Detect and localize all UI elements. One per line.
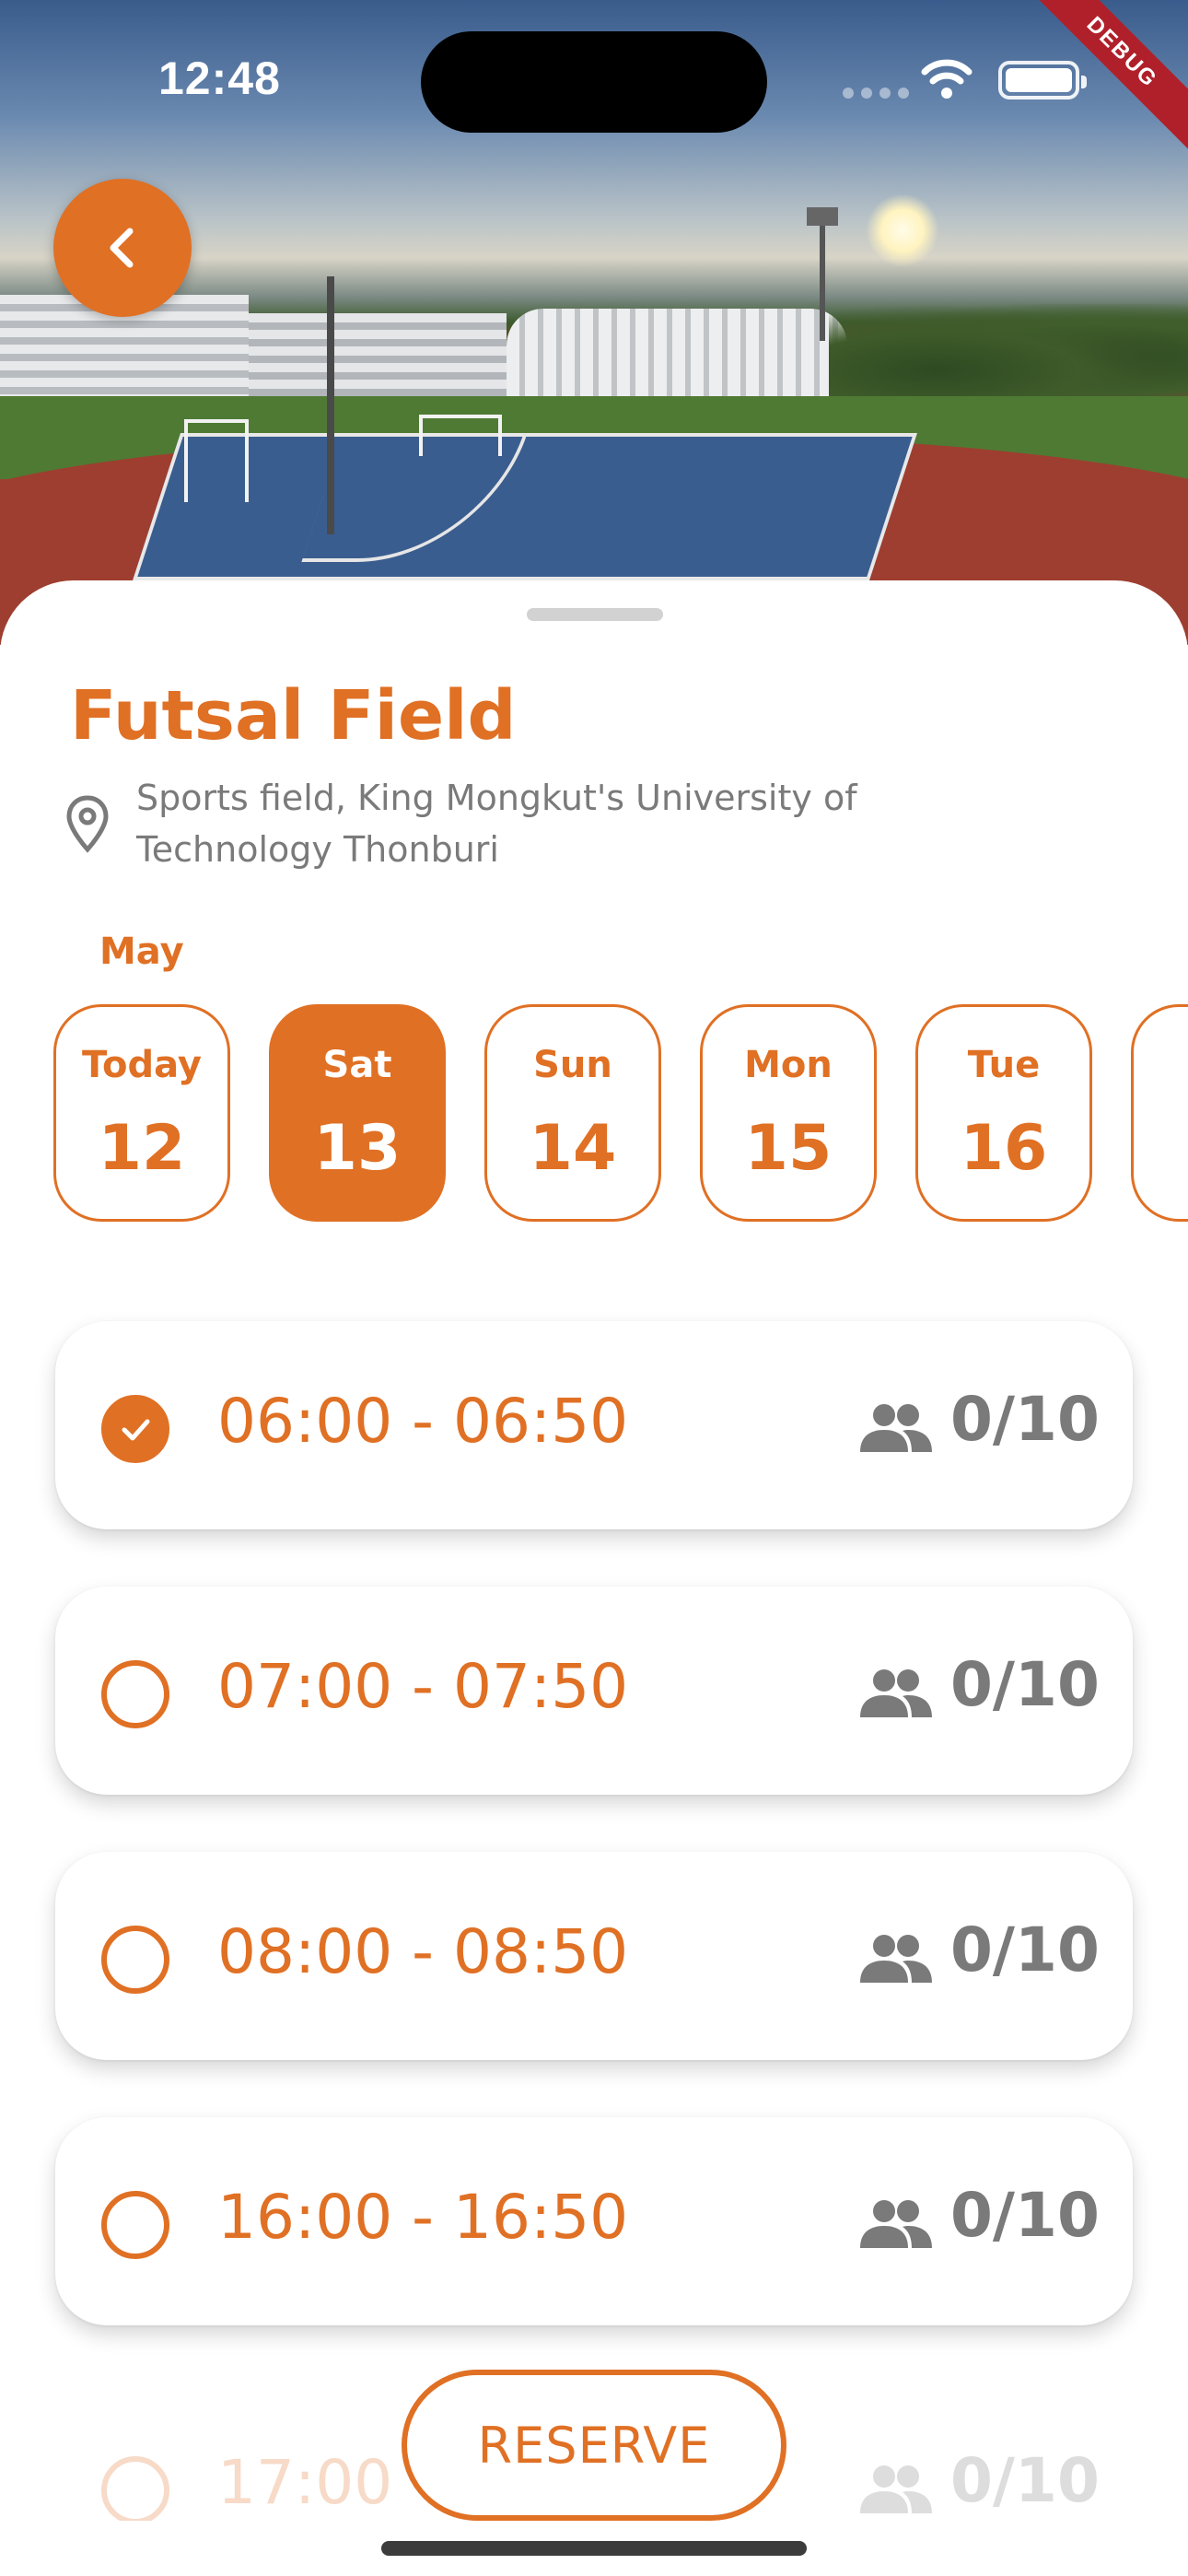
date-day-number: 16: [960, 1112, 1048, 1185]
time-slot[interactable]: 07:00 - 07:50 0/10: [55, 1587, 1133, 1795]
date-day-number: 13: [313, 1112, 402, 1185]
date-selector: Today 12 Sat 13 Sun 14 Mon 15 Tue 16 W: [0, 1004, 1188, 1225]
radio-unchecked[interactable]: [101, 1926, 169, 1994]
building: [507, 309, 847, 405]
people-icon: [860, 1935, 932, 1983]
light-tower-head: [807, 207, 838, 226]
date-card-mon[interactable]: Mon 15: [700, 1004, 877, 1222]
sun: [866, 193, 939, 267]
net-pole: [327, 276, 334, 534]
location-text: Sports field, King Mongkut's University …: [136, 778, 857, 818]
date-day-number: 12: [98, 1112, 186, 1185]
date-card-wed[interactable]: W: [1131, 1004, 1188, 1222]
people-icon: [860, 2465, 932, 2513]
goal: [184, 419, 249, 502]
slot-time: 06:00 - 06:50: [217, 1386, 629, 1457]
cellular-signal-icon: [843, 88, 909, 99]
date-day-name: Sun: [533, 1044, 612, 1086]
building: [249, 313, 507, 396]
slot-capacity: 0/10: [950, 2180, 1100, 2251]
field-title: Futsal Field: [70, 676, 517, 755]
slot-capacity: 0/10: [950, 2445, 1100, 2516]
date-day-name: Mon: [744, 1044, 833, 1086]
battery-icon: [998, 61, 1087, 100]
slot-time: 08:00 - 08:50: [217, 1916, 629, 1987]
location-text: Technology Thonburi: [136, 829, 499, 870]
reserve-button[interactable]: RESERVE: [402, 2370, 786, 2521]
date-card-today[interactable]: Today 12: [53, 1004, 230, 1222]
back-button[interactable]: [53, 179, 192, 317]
location-pin-icon: [66, 795, 109, 853]
slot-time: 16:00 - 16:50: [217, 2182, 629, 2253]
date-card-sun[interactable]: Sun 14: [484, 1004, 661, 1222]
status-time: 12:48: [158, 53, 281, 104]
futsal-court: [133, 433, 917, 580]
time-slot[interactable]: 06:00 - 06:50 0/10: [55, 1321, 1133, 1529]
date-card-tue[interactable]: Tue 16: [915, 1004, 1092, 1222]
date-card-sat[interactable]: Sat 13: [269, 1004, 446, 1222]
sheet-drag-handle[interactable]: [527, 608, 663, 621]
month-label: May: [99, 931, 184, 973]
date-day-name: Today: [82, 1044, 202, 1086]
wifi-icon: [921, 59, 973, 99]
date-day-name: Tue: [967, 1044, 1041, 1086]
dynamic-island: [421, 31, 767, 133]
radio-unchecked[interactable]: [101, 1660, 169, 1728]
goal: [419, 415, 502, 456]
date-day-name: Sat: [322, 1044, 392, 1086]
date-day-number: 15: [744, 1112, 833, 1185]
home-indicator[interactable]: [381, 2541, 807, 2556]
slot-capacity: 0/10: [950, 1914, 1100, 1985]
slot-time: 07:00 - 07:50: [217, 1651, 629, 1722]
light-tower: [820, 212, 825, 341]
slot-capacity: 0/10: [950, 1384, 1100, 1455]
date-day-number: 14: [529, 1112, 617, 1185]
people-icon: [860, 1404, 932, 1452]
slot-capacity: 0/10: [950, 1649, 1100, 1720]
people-icon: [860, 1669, 932, 1717]
chevron-left-icon: [110, 228, 134, 268]
time-slot[interactable]: 16:00 - 16:50 0/10: [55, 2117, 1133, 2325]
people-icon: [860, 2200, 932, 2248]
radio-unchecked[interactable]: [101, 2456, 169, 2521]
time-slot[interactable]: 08:00 - 08:50 0/10: [55, 1852, 1133, 2060]
radio-checked[interactable]: [101, 1395, 169, 1463]
check-icon: [122, 1419, 150, 1441]
radio-unchecked[interactable]: [101, 2191, 169, 2259]
